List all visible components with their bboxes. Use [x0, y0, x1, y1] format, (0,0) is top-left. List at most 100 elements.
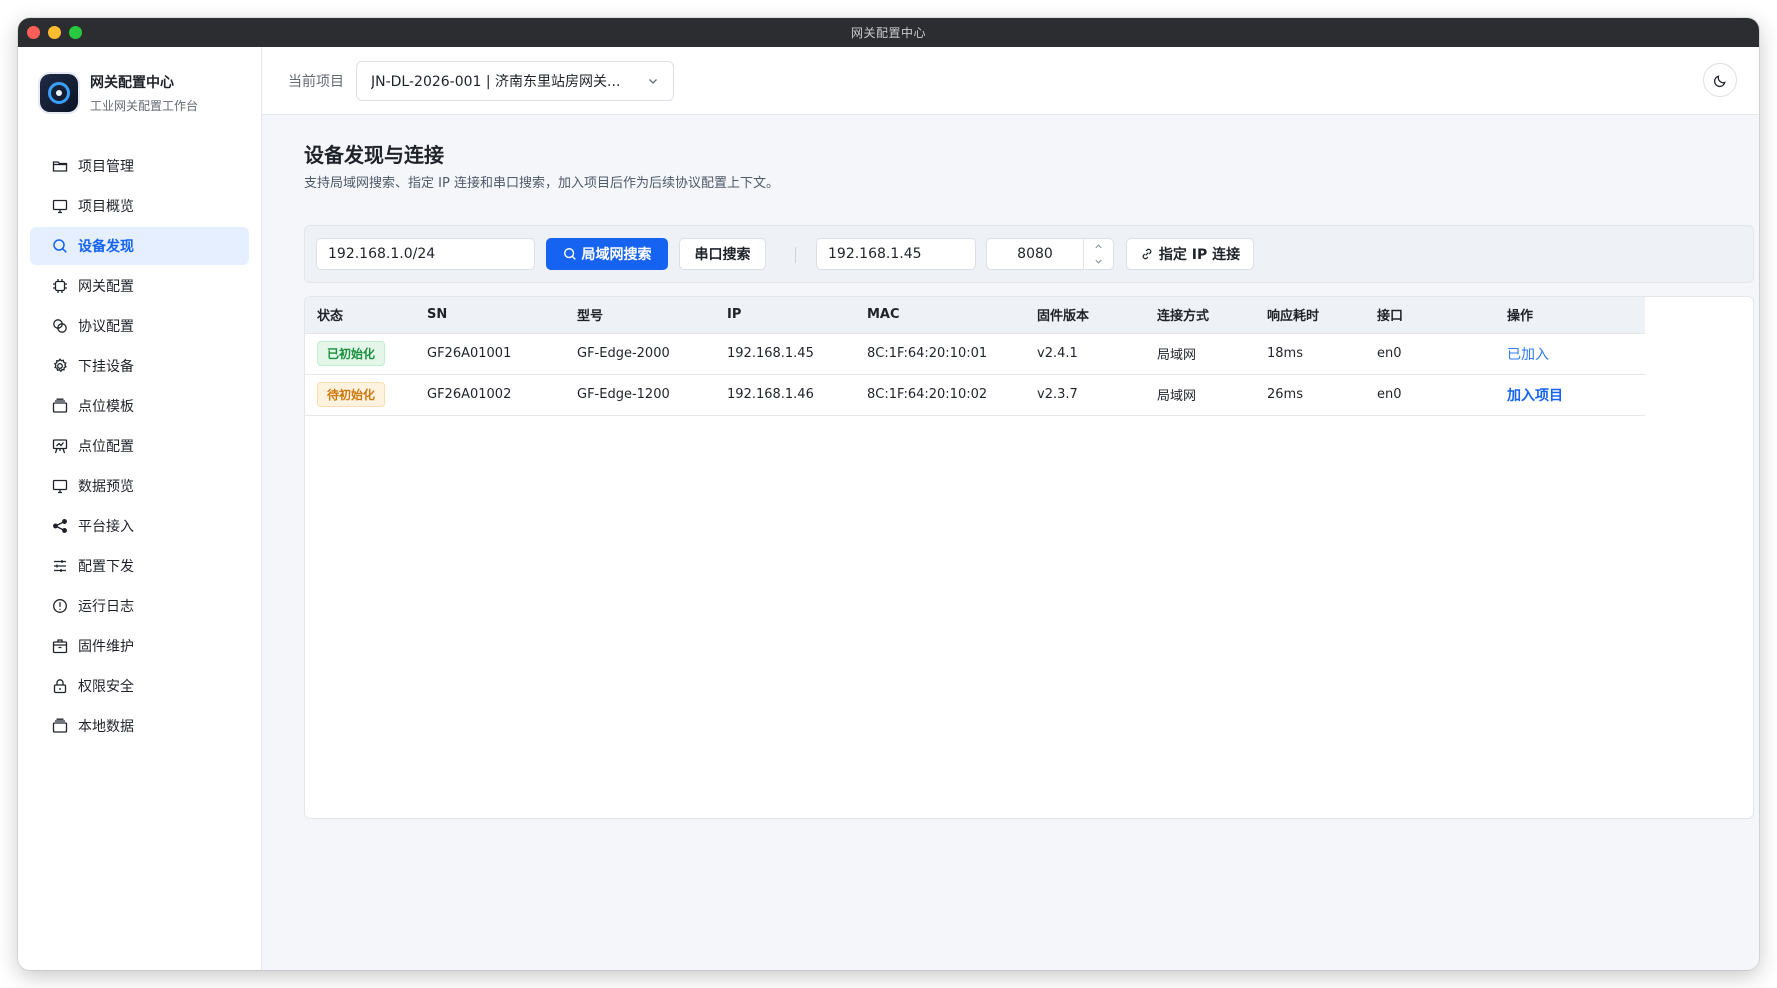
serial-search-button[interactable]: 串口搜索	[679, 238, 766, 270]
cell-mac: 8C:1F:64:20:10:01	[855, 333, 1025, 375]
sidebar-item-label: 运行日志	[78, 599, 134, 615]
device-table: 状态 SN 型号 IP MAC 固件版本 连接方式 响应耗时 接口 操作 已初始	[305, 297, 1645, 416]
app-logo-icon	[40, 74, 78, 112]
cell-connection: 局域网	[1145, 333, 1255, 375]
window-title: 网关配置中心	[850, 26, 926, 40]
sidebar-item-label: 权限安全	[78, 679, 134, 695]
sidebar-item-gateway-config[interactable]: 网关配置	[30, 267, 249, 305]
cell-connection: 局域网	[1145, 374, 1255, 416]
project-select-value: JN-DL-2026-001 | 济南东里站房网关...	[371, 73, 621, 90]
package-icon	[52, 638, 68, 654]
page-description: 支持局域网搜索、指定 IP 连接和串口搜索，加入项目后作为后续协议配置上下文。	[304, 176, 779, 191]
sidebar-item-run-logs[interactable]: 运行日志	[30, 587, 249, 625]
sidebar-item-label: 固件维护	[78, 639, 134, 655]
column-header: 接口	[1365, 297, 1495, 334]
stepper-down-button[interactable]	[1084, 254, 1113, 269]
sidebar-item-sub-devices[interactable]: 下挂设备	[30, 347, 249, 385]
column-header: 状态	[305, 297, 415, 334]
cell-sn: GF26A01001	[415, 333, 565, 375]
stack-icon	[52, 718, 68, 734]
sidebar-item-local-data[interactable]: 本地数据	[30, 707, 249, 745]
chevron-down-icon	[649, 78, 657, 84]
column-header: 固件版本	[1025, 297, 1145, 334]
table-row: 待初始化 GF26A01002 GF-Edge-1200 192.168.1.4…	[305, 374, 1645, 416]
sidebar-item-label: 设备发现	[78, 239, 134, 255]
page-title: 设备发现与连接	[304, 143, 444, 167]
sidebar-item-project-overview[interactable]: 项目概览	[30, 187, 249, 225]
sidebar: 网关配置中心 工业网关配置工作台 项目管理 项目概览 设备发现 网关配置 协议配…	[18, 47, 262, 970]
sidebar-item-config-deploy[interactable]: 配置下发	[30, 547, 249, 585]
column-header: 操作	[1495, 297, 1645, 334]
sidebar-item-label: 网关配置	[78, 279, 134, 295]
sidebar-item-firmware[interactable]: 固件维护	[30, 627, 249, 665]
project-select[interactable]: JN-DL-2026-001 | 济南东里站房网关...	[356, 60, 674, 101]
cell-model: GF-Edge-2000	[565, 333, 715, 375]
lan-search-button[interactable]: 局域网搜索	[546, 238, 668, 270]
sidebar-nav: 项目管理 项目概览 设备发现 网关配置 协议配置 下挂设备 点位模板 点位配置 …	[30, 147, 249, 747]
minimize-window-button[interactable]	[48, 26, 61, 39]
status-badge: 已初始化	[317, 341, 386, 366]
sidebar-item-protocol-config[interactable]: 协议配置	[30, 307, 249, 345]
cell-ip: 192.168.1.45	[715, 333, 855, 375]
cell-firmware: v2.3.7	[1025, 374, 1145, 416]
column-header: SN	[415, 297, 565, 334]
link-circles-icon	[52, 318, 68, 334]
port-value: 8080	[1017, 246, 1053, 262]
search-icon	[563, 248, 576, 260]
cell-latency: 18ms	[1255, 333, 1365, 375]
sidebar-item-point-template[interactable]: 点位模板	[30, 387, 249, 425]
cell-ip: 192.168.1.46	[715, 374, 855, 416]
cell-interface: en0	[1365, 374, 1495, 416]
table-row: 已初始化 GF26A01001 GF-Edge-2000 192.168.1.4…	[305, 333, 1645, 375]
stack-icon	[52, 398, 68, 414]
monitor-icon	[52, 198, 68, 214]
lan-search-label: 局域网搜索	[581, 247, 652, 263]
cell-mac: 8C:1F:64:20:10:02	[855, 374, 1025, 416]
easel-icon	[52, 438, 68, 454]
joined-link[interactable]: 已加入	[1507, 347, 1549, 363]
cell-latency: 26ms	[1255, 374, 1365, 416]
sidebar-item-label: 本地数据	[78, 719, 134, 735]
theme-toggle-button[interactable]	[1703, 63, 1737, 97]
gear-icon	[52, 358, 68, 374]
current-project-label: 当前项目	[288, 73, 344, 90]
cell-sn: GF26A01002	[415, 374, 565, 416]
main-content: 当前项目 JN-DL-2026-001 | 济南东里站房网关... 设备发现与连…	[262, 47, 1759, 970]
toolbar-divider	[795, 247, 796, 263]
status-badge: 待初始化	[317, 382, 386, 407]
serial-search-label: 串口搜索	[694, 247, 751, 263]
sidebar-item-security[interactable]: 权限安全	[30, 667, 249, 705]
column-header: 响应耗时	[1255, 297, 1365, 334]
sidebar-item-project-management[interactable]: 项目管理	[30, 147, 249, 185]
connect-ip-button[interactable]: 指定 IP 连接	[1126, 238, 1254, 270]
link-icon	[1142, 248, 1152, 260]
sidebar-item-device-discovery[interactable]: 设备发现	[30, 227, 249, 265]
sidebar-item-label: 配置下发	[78, 559, 134, 575]
sidebar-item-data-preview[interactable]: 数据预览	[30, 467, 249, 505]
column-header: 连接方式	[1145, 297, 1255, 334]
maximize-window-button[interactable]	[69, 26, 82, 39]
title-bar: 网关配置中心	[18, 18, 1759, 47]
share-icon	[52, 518, 68, 534]
brand: 网关配置中心 工业网关配置工作台	[40, 72, 198, 114]
sliders-icon	[52, 558, 68, 574]
sidebar-item-label: 下挂设备	[78, 359, 134, 375]
sidebar-item-point-config[interactable]: 点位配置	[30, 427, 249, 465]
ip-input[interactable]: 192.168.1.45	[816, 238, 976, 270]
subnet-input[interactable]: 192.168.1.0/24	[316, 238, 535, 270]
column-header: IP	[715, 297, 855, 334]
column-header: 型号	[565, 297, 715, 334]
sidebar-item-label: 平台接入	[78, 519, 134, 535]
port-input[interactable]: 8080	[986, 238, 1114, 270]
chevron-up-icon	[1095, 244, 1102, 249]
brand-subtitle: 工业网关配置工作台	[90, 99, 199, 113]
chip-icon	[52, 278, 68, 294]
sidebar-item-platform-access[interactable]: 平台接入	[30, 507, 249, 545]
app-window: 网关配置中心 网关配置中心 工业网关配置工作台 项目管理 项目概览 设备发现 网…	[18, 18, 1759, 970]
add-to-project-link[interactable]: 加入项目	[1507, 388, 1563, 404]
close-window-button[interactable]	[27, 26, 40, 39]
stepper-up-button[interactable]	[1084, 239, 1113, 254]
column-header: MAC	[855, 297, 1025, 334]
sidebar-item-label: 数据预览	[78, 479, 134, 495]
sidebar-item-label: 点位模板	[78, 399, 134, 415]
